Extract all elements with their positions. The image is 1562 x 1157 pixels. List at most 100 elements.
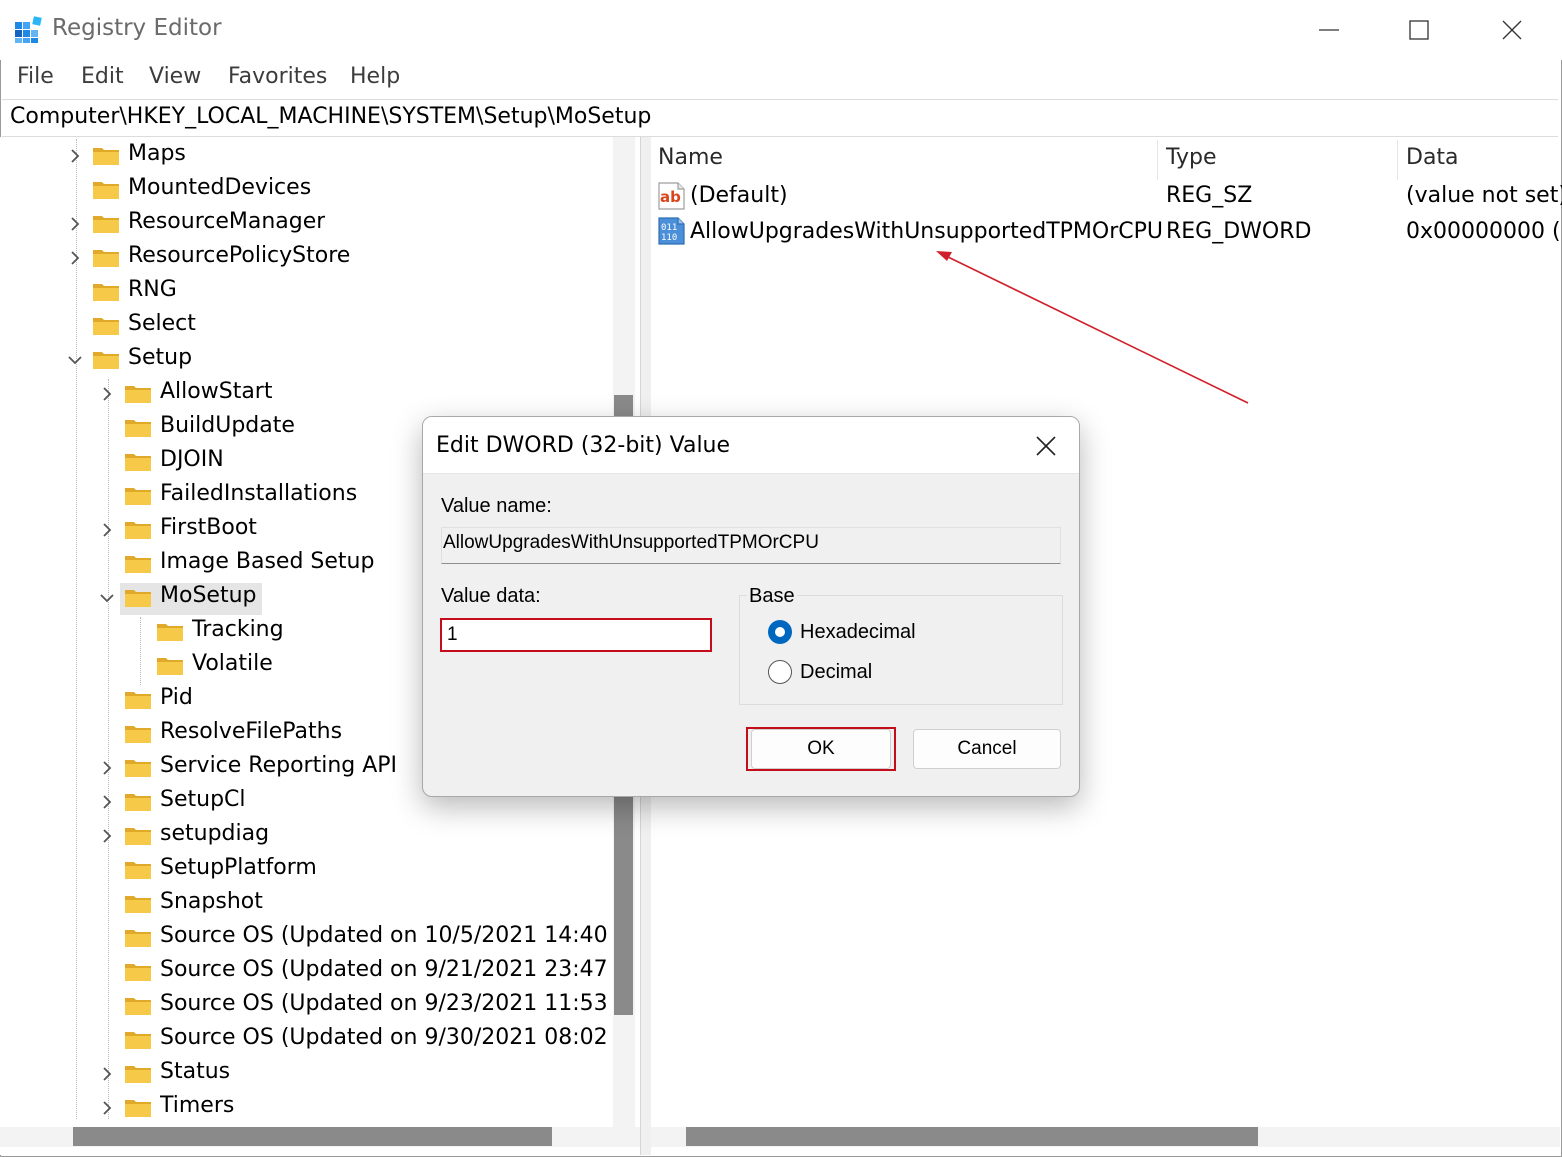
- tree-item-label[interactable]: Status: [160, 1059, 230, 1084]
- tree-item-label[interactable]: DJOIN: [160, 447, 224, 472]
- tree-item-label[interactable]: Source OS (Updated on 9/21/2021 23:47:1: [160, 957, 607, 982]
- hexadecimal-label[interactable]: Hexadecimal: [800, 621, 916, 644]
- value-data-input[interactable]: [440, 618, 712, 652]
- tree-item-label[interactable]: ResourcePolicyStore: [128, 243, 350, 268]
- cancel-button[interactable]: Cancel: [913, 729, 1061, 769]
- folder-icon: [157, 624, 183, 641]
- tree-item-label[interactable]: BuildUpdate: [160, 413, 295, 438]
- column-divider[interactable]: [1157, 140, 1158, 180]
- tree-item-label[interactable]: ResourceManager: [128, 209, 325, 234]
- column-header-name[interactable]: Name: [658, 145, 723, 170]
- folder-icon: [125, 1100, 151, 1117]
- folder-icon: [125, 896, 151, 913]
- tree-item-label[interactable]: Maps: [128, 141, 186, 166]
- tree-item-label[interactable]: Source OS (Updated on 9/23/2021 11:53:5: [160, 991, 607, 1016]
- value-data-allow-upgrades: 0x00000000 (0: [1406, 219, 1562, 244]
- menu-view[interactable]: View: [149, 64, 201, 89]
- tree-item-label[interactable]: Source OS (Updated on 10/5/2021 14:40:2: [160, 923, 607, 948]
- chevron-right-icon[interactable]: [67, 250, 83, 266]
- tree-guide-line: [108, 379, 109, 1119]
- value-name-allow-upgrades[interactable]: AllowUpgradesWithUnsupportedTPMOrCPU: [690, 219, 1163, 244]
- chevron-right-icon[interactable]: [99, 760, 115, 776]
- maximize-button[interactable]: [1374, 8, 1464, 52]
- chevron-down-icon[interactable]: [99, 590, 115, 606]
- column-divider[interactable]: [1397, 140, 1398, 180]
- close-button[interactable]: [1467, 8, 1557, 52]
- folder-icon: [93, 216, 119, 233]
- folder-icon: [125, 760, 151, 777]
- tree-horizontal-scroll-thumb[interactable]: [73, 1127, 552, 1146]
- chevron-right-icon[interactable]: [99, 522, 115, 538]
- tree-item-label[interactable]: FirstBoot: [160, 515, 257, 540]
- svg-text:011: 011: [661, 223, 677, 233]
- dialog-title: Edit DWORD (32-bit) Value: [436, 433, 731, 458]
- menu-file[interactable]: File: [17, 64, 54, 89]
- dialog-close-button[interactable]: [1028, 429, 1064, 463]
- folder-icon: [125, 386, 151, 403]
- base-label: Base: [747, 585, 797, 608]
- list-horizontal-scroll-thumb[interactable]: [686, 1127, 1258, 1146]
- chevron-right-icon[interactable]: [67, 148, 83, 164]
- folder-icon: [125, 1032, 151, 1049]
- ok-button[interactable]: OK: [751, 729, 891, 769]
- folder-icon: [157, 658, 183, 675]
- tree-item-label[interactable]: Image Based Setup: [160, 549, 374, 574]
- chevron-right-icon[interactable]: [99, 1100, 115, 1116]
- folder-icon: [125, 794, 151, 811]
- tree-item-label[interactable]: MountedDevices: [128, 175, 311, 200]
- folder-icon: [125, 862, 151, 879]
- tree-guide-line: [140, 617, 141, 685]
- chevron-right-icon[interactable]: [99, 1066, 115, 1082]
- address-path[interactable]: Computer\HKEY_LOCAL_MACHINE\SYSTEM\Setup…: [10, 104, 651, 129]
- tree-item-label[interactable]: FailedInstallations: [160, 481, 357, 506]
- tree-item-label[interactable]: setupdiag: [160, 821, 269, 846]
- tree-item-label[interactable]: Snapshot: [160, 889, 263, 914]
- tree-item-label[interactable]: ResolveFilePaths: [160, 719, 342, 744]
- menu-favorites[interactable]: Favorites: [228, 64, 327, 89]
- tree-item-label[interactable]: AllowStart: [160, 379, 272, 404]
- tree-item-label[interactable]: Source OS (Updated on 9/30/2021 08:02:5: [160, 1025, 607, 1050]
- tree-item-label[interactable]: Setup: [128, 345, 192, 370]
- svg-text:ab: ab: [660, 188, 681, 206]
- folder-icon: [125, 726, 151, 743]
- chevron-right-icon[interactable]: [99, 386, 115, 402]
- column-header-data[interactable]: Data: [1406, 145, 1459, 170]
- tree-item-label[interactable]: Timers: [160, 1093, 234, 1118]
- tree-item-label[interactable]: SetupCl: [160, 787, 246, 812]
- close-icon: [1036, 436, 1056, 456]
- close-icon: [1502, 20, 1522, 40]
- tree-item-label[interactable]: Service Reporting API: [160, 753, 397, 778]
- value-data-label: Value data:: [441, 585, 541, 607]
- value-data-default: (value not set): [1406, 183, 1562, 208]
- column-header-type[interactable]: Type: [1166, 145, 1217, 170]
- folder-icon: [93, 352, 119, 369]
- folder-icon: [93, 250, 119, 267]
- chevron-down-icon[interactable]: [67, 352, 83, 368]
- window-title: Registry Editor: [52, 15, 222, 41]
- folder-icon: [93, 182, 119, 199]
- chevron-right-icon[interactable]: [99, 828, 115, 844]
- decimal-label[interactable]: Decimal: [800, 661, 872, 684]
- menu-help[interactable]: Help: [350, 64, 400, 89]
- tree-item-label[interactable]: Tracking: [192, 617, 284, 642]
- value-name-default[interactable]: (Default): [690, 183, 788, 208]
- chevron-right-icon[interactable]: [99, 794, 115, 810]
- tree-item-label[interactable]: Volatile: [192, 651, 273, 676]
- menu-edit[interactable]: Edit: [81, 64, 124, 89]
- tree-item-label[interactable]: MoSetup: [160, 583, 256, 608]
- tree-item-label[interactable]: Pid: [160, 685, 193, 710]
- folder-icon: [125, 590, 151, 607]
- folder-icon: [93, 318, 119, 335]
- tree-item-label[interactable]: SetupPlatform: [160, 855, 317, 880]
- minimize-button[interactable]: [1284, 8, 1374, 52]
- tree-item-label[interactable]: RNG: [128, 277, 177, 302]
- folder-icon: [125, 998, 151, 1015]
- chevron-right-icon[interactable]: [67, 216, 83, 232]
- folder-icon: [125, 692, 151, 709]
- folder-icon: [125, 454, 151, 471]
- decimal-radio[interactable]: [768, 660, 792, 684]
- folder-icon: [125, 556, 151, 573]
- hexadecimal-radio[interactable]: [768, 620, 792, 644]
- tree-item-label[interactable]: Select: [128, 311, 196, 336]
- base-groupbox: [739, 595, 1063, 705]
